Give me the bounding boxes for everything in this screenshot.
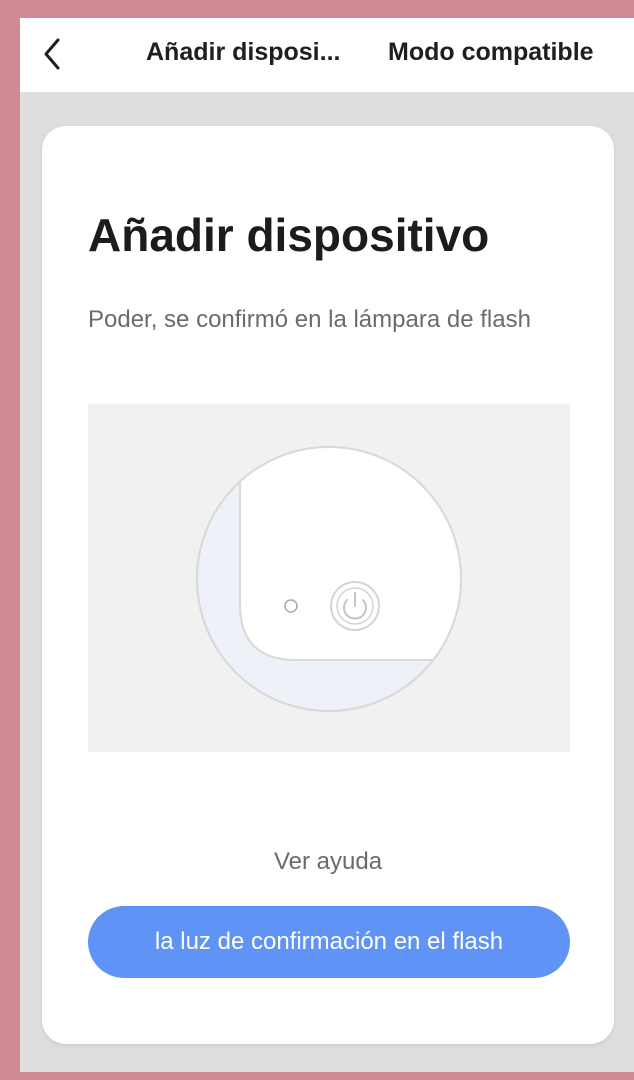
compatible-mode-button[interactable]: Modo compatible [388, 38, 594, 67]
device-illustration [88, 404, 570, 752]
card-title: Añadir dispositivo [88, 209, 490, 261]
top-bar: Añadir disposi... Modo compatible [20, 18, 634, 92]
back-button[interactable] [34, 32, 74, 76]
card-description: Poder, se confirmó en la lámpara de flas… [88, 306, 531, 333]
confirm-flash-button[interactable]: la luz de confirmación en el flash [88, 906, 570, 978]
app-screen: Añadir disposi... Modo compatible Añadir… [20, 18, 634, 1072]
help-link[interactable]: Ver ayuda [42, 848, 614, 876]
page-title: Añadir disposi... [146, 38, 341, 66]
chevron-left-icon [44, 38, 60, 70]
device-frame: Añadir disposi... Modo compatible Añadir… [0, 0, 634, 1080]
add-device-card: Añadir dispositivo Poder, se confirmó en… [42, 126, 614, 1044]
